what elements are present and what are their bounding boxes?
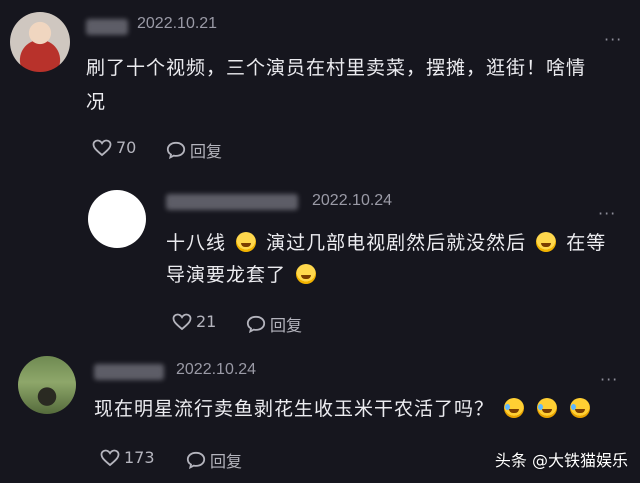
reply-button[interactable]: 回复	[166, 138, 222, 162]
avatar[interactable]	[10, 12, 70, 72]
like-button[interactable]: 173	[100, 448, 155, 467]
comment-date: 2022.10.24	[176, 361, 257, 378]
blushing-face-emoji	[536, 232, 557, 252]
blushing-face-emoji	[236, 232, 257, 252]
reply-label: 回复	[190, 142, 223, 161]
avatar[interactable]	[18, 356, 76, 414]
laughing-face-emoji	[504, 398, 525, 418]
more-options-icon[interactable]: ···	[598, 204, 616, 223]
comment-text-line1: 现在明星流行卖鱼剥花生收玉米干农活了吗？	[94, 393, 593, 425]
username-blurred[interactable]	[86, 19, 128, 35]
heart-outline-icon	[100, 449, 120, 466]
laughing-face-emoji	[537, 398, 558, 418]
reply-label: 回复	[210, 452, 243, 471]
laughing-face-emoji	[570, 398, 591, 418]
speech-bubble-icon	[186, 451, 206, 469]
like-count: 173	[124, 448, 155, 467]
watermark: 头条 @大铁猫娱乐	[494, 451, 628, 470]
more-options-icon[interactable]: ···	[604, 30, 622, 49]
heart-outline-icon	[92, 139, 112, 156]
comment-text-line1: 刷了十个视频，三个演员在村里卖菜，摆摊，逛街！啥情	[86, 57, 587, 79]
comment-text-part-a: 十八线	[166, 232, 227, 254]
more-options-icon[interactable]: ···	[600, 370, 618, 389]
speech-bubble-icon	[246, 315, 266, 333]
username-blurred[interactable]	[166, 194, 298, 210]
comment-text-line2: 况	[86, 91, 107, 113]
comment-text: 现在明星流行卖鱼剥花生收玉米干农活了吗？	[94, 398, 495, 420]
blushing-face-emoji	[296, 264, 317, 284]
reply-label: 回复	[270, 316, 303, 335]
comment-text-line2: 导演要龙套了	[166, 259, 319, 291]
comment-text-part-b: 演过几部电视剧然后就没然后	[266, 232, 527, 254]
comment-text-part-c: 在等	[566, 232, 607, 254]
speech-bubble-icon	[166, 141, 186, 159]
username-blurred[interactable]	[94, 364, 164, 380]
reply-button[interactable]: 回复	[186, 448, 242, 472]
heart-outline-icon	[172, 313, 192, 330]
reply-button[interactable]: 回复	[246, 312, 302, 336]
like-button[interactable]: 70	[92, 138, 136, 157]
like-count: 70	[116, 138, 137, 157]
comment-date: 2022.10.24	[312, 192, 393, 209]
comment-date: 2022.10.21	[137, 15, 218, 32]
like-button[interactable]: 21	[172, 312, 216, 331]
comment-text-line1: 十八线 演过几部电视剧然后就没然后 在等	[166, 227, 606, 259]
like-count: 21	[196, 312, 217, 331]
avatar[interactable]	[88, 190, 146, 248]
comment-text-part-d: 导演要龙套了	[166, 264, 287, 286]
